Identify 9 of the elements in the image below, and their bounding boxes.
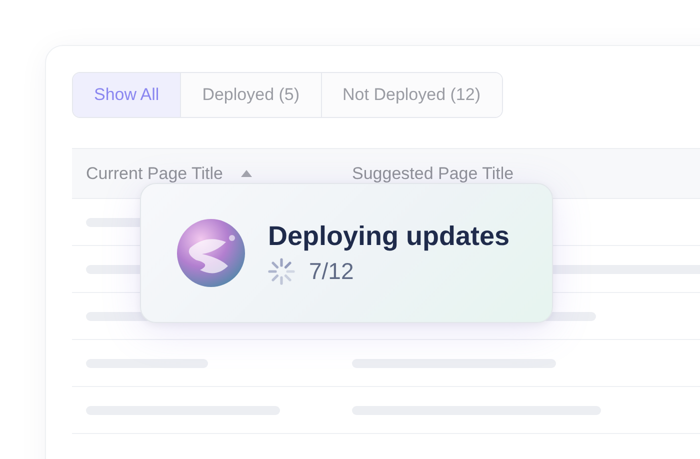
column-header[interactable]: Current Page Title (86, 164, 224, 184)
toast-title: Deploying updates (268, 221, 510, 252)
orb-icon (176, 218, 246, 288)
filter-tab[interactable]: Show All (73, 73, 180, 117)
filter-tab[interactable]: Not Deployed (12) (320, 73, 502, 117)
column-header[interactable]: Suggested Page Title (352, 164, 514, 184)
sort-up-icon[interactable] (241, 170, 252, 177)
spinner-icon (268, 258, 295, 285)
progress-count: 7/12 (309, 258, 354, 285)
